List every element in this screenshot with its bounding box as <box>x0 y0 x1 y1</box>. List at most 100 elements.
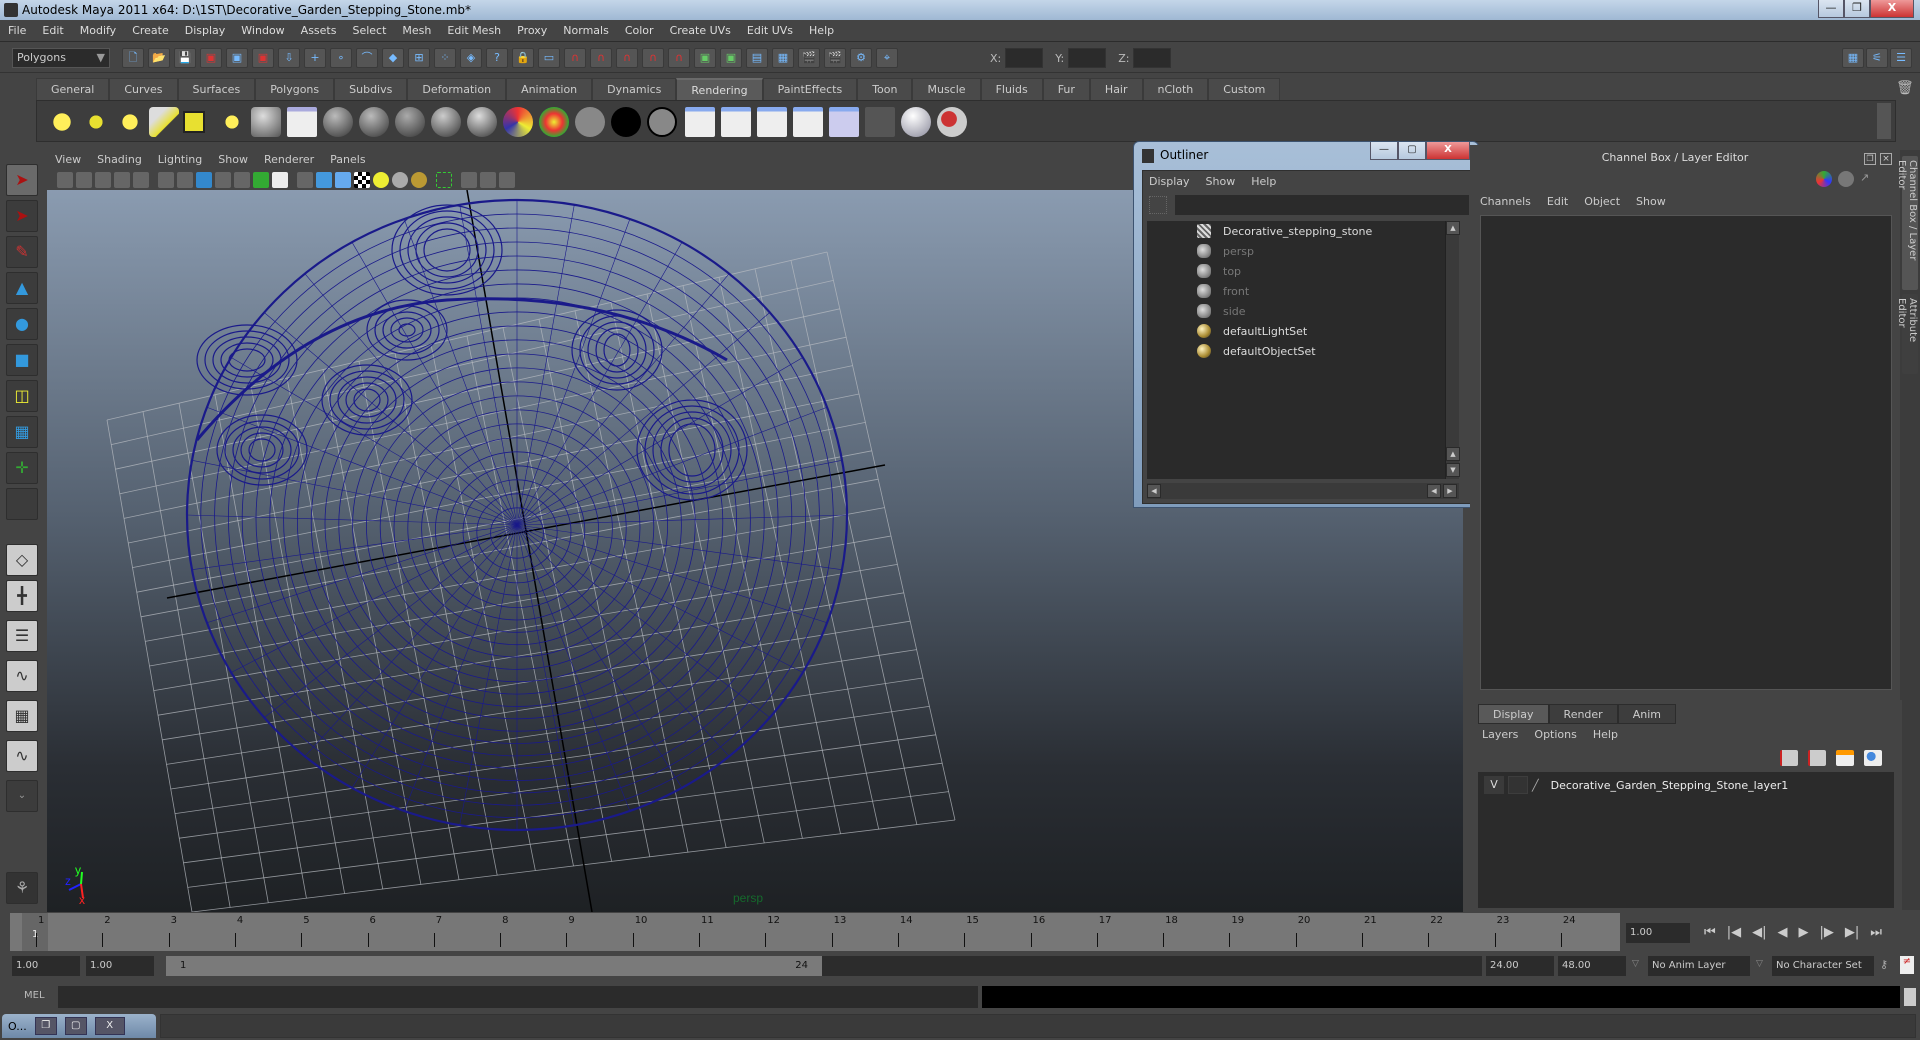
shelf-tab-painteffects[interactable]: PaintEffects <box>762 78 858 100</box>
phong-icon[interactable] <box>395 107 425 137</box>
shelf-scrollbar[interactable] <box>1877 103 1891 139</box>
playback-end-field[interactable]: 24.00 <box>1486 956 1554 976</box>
ambient-light-icon[interactable] <box>47 107 77 137</box>
mel-input[interactable] <box>58 986 978 1008</box>
menu-create[interactable]: Create <box>132 24 169 37</box>
panel-menu-renderer[interactable]: Renderer <box>264 153 314 166</box>
menu-help[interactable]: Help <box>809 24 834 37</box>
rotate-tool-icon[interactable]: ● <box>6 308 38 340</box>
select-joints-icon[interactable]: ∘ <box>330 48 352 68</box>
scroll-left-icon[interactable]: ◀ <box>1147 484 1161 498</box>
menu-edit-uvs[interactable]: Edit UVs <box>747 24 793 37</box>
soft-modification-icon[interactable]: ▦ <box>6 416 38 448</box>
channels-menu-channels[interactable]: Channels <box>1480 195 1531 208</box>
outliner-item[interactable]: side <box>1147 301 1447 321</box>
render-view-icon[interactable] <box>829 107 859 137</box>
film-gate-icon[interactable] <box>177 172 193 188</box>
outliner-item[interactable]: front <box>1147 281 1447 301</box>
select-rendering-icon[interactable]: ◈ <box>460 48 482 68</box>
y-coord-field[interactable] <box>1068 48 1107 68</box>
ipr-render-icon[interactable]: 🎬 <box>824 48 846 68</box>
volume-light-icon[interactable] <box>217 107 247 137</box>
panel-menu-show[interactable]: Show <box>218 153 248 166</box>
outliner-menu-display[interactable]: Display <box>1149 175 1190 188</box>
phonge-icon[interactable] <box>431 107 461 137</box>
gate-mask-icon[interactable] <box>215 172 231 188</box>
outliner-horizontal-scrollbar[interactable]: ◀ ◀ ▶ <box>1147 483 1459 499</box>
scroll-down-icon[interactable]: ▼ <box>1446 463 1460 477</box>
layer-menu-layers[interactable]: Layers <box>1482 728 1518 741</box>
move-layer-down-icon[interactable] <box>1808 750 1826 766</box>
persp-graph-layout-icon[interactable]: ∿ <box>6 660 38 692</box>
select-misc-icon[interactable]: ? <box>486 48 508 68</box>
shading-map-icon[interactable] <box>647 107 677 137</box>
move-tool-icon[interactable]: ◫ <box>6 380 38 412</box>
menu-proxy[interactable]: Proxy <box>517 24 547 37</box>
current-frame-field[interactable]: 1.00 <box>1626 923 1690 943</box>
camera-icon[interactable] <box>251 107 281 137</box>
restore-button[interactable]: ❐ <box>34 1017 57 1035</box>
select-deformations-icon[interactable]: ⊞ <box>408 48 430 68</box>
menu-select[interactable]: Select <box>352 24 386 37</box>
field-chart-icon[interactable] <box>234 172 250 188</box>
outliner-vertical-scrollbar[interactable]: ▲ ▲ ▼ <box>1445 221 1460 479</box>
trash-icon[interactable]: 🗑 <box>1896 80 1914 98</box>
outliner-item[interactable]: persp <box>1147 241 1447 261</box>
lambert-icon[interactable] <box>359 107 389 137</box>
transform-mode-icon[interactable]: ⌖ <box>876 48 898 68</box>
select-dynamics-icon[interactable]: ⁘ <box>434 48 456 68</box>
wireframe-on-shaded-icon[interactable] <box>335 172 351 188</box>
animation-start-field[interactable]: 1.00 <box>12 956 80 976</box>
four-view-layout-icon[interactable]: ╋ <box>6 580 38 612</box>
shelf-tab-toon[interactable]: Toon <box>857 78 913 100</box>
toggle-tool-settings-icon[interactable]: ⚟ <box>1866 48 1888 68</box>
select-by-object-icon[interactable]: ▣ <box>226 48 248 68</box>
panel-menu-view[interactable]: View <box>55 153 81 166</box>
resolution-gate-icon[interactable] <box>196 172 212 188</box>
range-slider-track[interactable] <box>822 956 1482 976</box>
mel-label[interactable]: MEL <box>24 990 45 1001</box>
outliner-item[interactable]: Decorative_stepping_stone <box>1147 221 1447 241</box>
ipr-render-icon[interactable] <box>721 107 751 137</box>
manipulator-icon[interactable] <box>1816 171 1832 187</box>
scroll-right-icon[interactable]: ▶ <box>1443 484 1457 498</box>
chevron-down-icon[interactable]: ▽ <box>1756 959 1763 969</box>
script-editor-icon[interactable] <box>1904 988 1916 1006</box>
show-manipulator-icon[interactable]: ✛ <box>6 452 38 484</box>
scroll-left-icon[interactable]: ◀ <box>1427 484 1441 498</box>
menuset-dropdown[interactable]: Polygons ▼ <box>12 48 110 68</box>
shelf-tab-rendering[interactable]: Rendering <box>676 78 763 100</box>
minimize-button[interactable]: — <box>1818 0 1844 18</box>
outliner-menu-show[interactable]: Show <box>1206 175 1236 188</box>
scroll-up-icon[interactable]: ▲ <box>1446 447 1460 461</box>
channels-menu-edit[interactable]: Edit <box>1547 195 1568 208</box>
save-scene-icon[interactable]: 💾 <box>174 48 196 68</box>
select-curves-icon[interactable]: ⌒ <box>356 48 378 68</box>
step-back-key-icon[interactable]: |◀ <box>1727 925 1741 940</box>
persp-graph-outliner-layout-icon[interactable]: ∿ <box>6 740 38 772</box>
snap-curve-icon[interactable]: ∩ <box>590 48 612 68</box>
grid-toggle-icon[interactable] <box>158 172 174 188</box>
surface-shader-icon[interactable] <box>575 107 605 137</box>
playback-start-field[interactable]: 1.00 <box>86 956 154 976</box>
arrow-icon[interactable]: ↗ <box>1860 171 1876 187</box>
shelf-tab-deformation[interactable]: Deformation <box>407 78 507 100</box>
outliner-menu-help[interactable]: Help <box>1251 175 1276 188</box>
outliner-item[interactable]: defaultObjectSet <box>1147 341 1447 361</box>
shelf-tab-curves[interactable]: Curves <box>109 78 178 100</box>
select-tool-icon[interactable]: ➤ <box>6 164 38 196</box>
animation-preferences-icon[interactable]: ≠ <box>1900 956 1914 974</box>
render-settings-icon[interactable]: ⚙ <box>850 48 872 68</box>
panel-menu-lighting[interactable]: Lighting <box>158 153 202 166</box>
outliner-item[interactable]: defaultLightSet <box>1147 321 1447 341</box>
shelf-tab-fur[interactable]: Fur <box>1042 78 1090 100</box>
menu-file[interactable]: File <box>8 24 26 37</box>
layer-menu-options[interactable]: Options <box>1534 728 1576 741</box>
new-scene-icon[interactable]: 🗋 <box>122 48 144 68</box>
batch-render-icon[interactable] <box>757 107 787 137</box>
z-coord-field[interactable] <box>1133 48 1172 68</box>
time-slider[interactable]: 1 12345678910111213141516171819202122232… <box>10 913 1620 951</box>
ramp-shader-icon[interactable] <box>539 107 569 137</box>
shelf-tab-dynamics[interactable]: Dynamics <box>592 78 677 100</box>
go-to-end-icon[interactable]: ⏭ <box>1870 925 1882 940</box>
